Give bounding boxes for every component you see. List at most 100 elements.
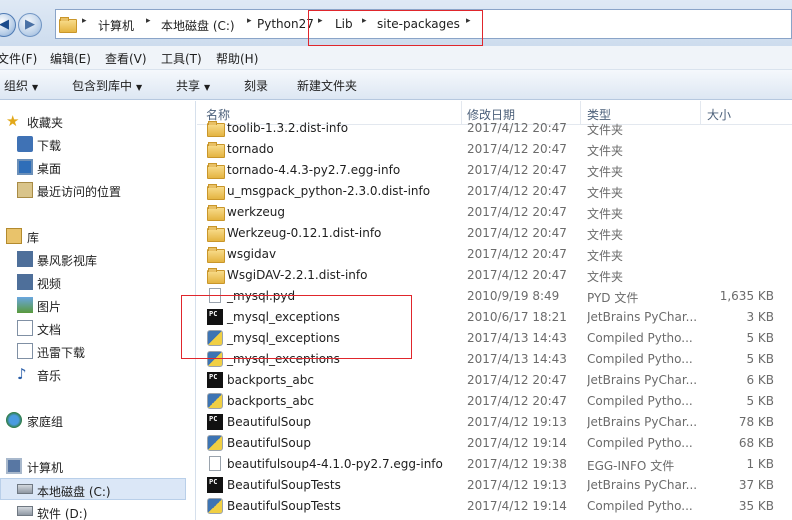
file-row[interactable]: werkzeug 2017/4/12 20:47 文件夹 [197, 202, 792, 223]
music-icon: ♪ [17, 365, 27, 383]
nav-label: 计算机 [27, 461, 64, 475]
pictures-icon [17, 297, 33, 313]
python-file-icon [207, 498, 223, 514]
nav-label: 本地磁盘 (C:) [37, 485, 111, 499]
back-arrow-icon[interactable]: ◀ [0, 13, 16, 37]
file-size: 3 KB [746, 310, 774, 324]
file-row[interactable]: u_msgpack_python-2.3.0.dist-info 2017/4/1… [197, 181, 792, 202]
file-size: 37 KB [738, 478, 774, 492]
organize-button[interactable]: 组织 ▼ [4, 77, 38, 94]
file-size: 1,635 KB [719, 289, 774, 303]
file-type: JetBrains PyChar... [587, 373, 698, 387]
nav-desktop[interactable]: 桌面 [0, 156, 196, 178]
file-row[interactable]: BeautifulSoupTests 2017/4/12 19:14 Compile… [197, 496, 792, 517]
file-row[interactable]: backports_abc 2017/4/12 20:47 Compiled Pyt… [197, 391, 792, 412]
file-name: tornado-4.4.3-py2.7.egg-info [227, 163, 401, 177]
nav-documents[interactable]: 文档 [0, 317, 196, 339]
file-row[interactable]: WsgiDAV-2.2.1.dist-info 2017/4/12 20:47 文件… [197, 265, 792, 286]
nav-pictures[interactable]: 图片 [0, 294, 196, 316]
file-row[interactable]: Werkzeug-0.12.1.dist-info 2017/4/12 20:47… [197, 223, 792, 244]
breadcrumb-separator-icon[interactable]: ▸ [247, 16, 252, 26]
annotation-highlight-box [181, 295, 412, 359]
folder-icon [207, 225, 225, 242]
nav-label: 家庭组 [27, 415, 64, 429]
nav-computer[interactable]: 计算机 [0, 455, 196, 477]
breadcrumb-separator-icon[interactable]: ▸ [82, 16, 87, 26]
file-name: backports_abc [227, 394, 314, 408]
menu-bar: 文件(F) 编辑(E) 查看(V) 工具(T) 帮助(H) [0, 46, 792, 70]
file-type: 文件夹 [587, 165, 624, 179]
burn-button[interactable]: 刻录 [244, 77, 268, 94]
file-date: 2017/4/12 20:47 [467, 394, 567, 408]
nav-favorites[interactable]: ★ 收藏夹 [0, 110, 196, 132]
file-size: 6 KB [746, 373, 774, 387]
file-row[interactable]: BeautifulSoup 2017/4/12 19:14 Compiled Pyt… [197, 433, 792, 454]
computer-icon [6, 458, 22, 474]
file-date: 2017/4/12 20:47 [467, 247, 567, 261]
file-type: 文件夹 [587, 123, 624, 137]
pycharm-file-icon: PC [207, 372, 223, 388]
breadcrumb-separator-icon[interactable]: ▸ [146, 16, 151, 26]
nav-downloads[interactable]: 下载 [0, 133, 196, 155]
navigation-pane: ★ 收藏夹 下载 桌面 最近访问的位置 库 暴风影视库 视频 图片 文档 迅雷下… [0, 101, 196, 520]
xunlei-icon [17, 343, 33, 359]
file-row[interactable]: PC BeautifulSoup 2017/4/12 19:13 JetBrains … [197, 412, 792, 433]
file-name: WsgiDAV-2.2.1.dist-info [227, 268, 368, 282]
nav-videos[interactable]: 视频 [0, 271, 196, 293]
file-date: 2017/4/12 19:13 [467, 478, 567, 492]
address-bar-row: ◀ ▶ ▸ 计算机 ▸ 本地磁盘 (C:) ▸ Python27 ▸ Lib ▸… [0, 0, 792, 46]
file-name: backports_abc [227, 373, 314, 387]
file-row[interactable]: PC backports_abc 2017/4/12 20:47 JetBrains … [197, 370, 792, 391]
recent-places-icon [17, 182, 33, 198]
folder-icon [207, 246, 225, 263]
file-type: Compiled Pytho... [587, 331, 693, 345]
nav-label: 文档 [37, 323, 62, 337]
file-date: 2017/4/12 20:47 [467, 142, 567, 156]
nav-libraries[interactable]: 库 [0, 225, 196, 247]
file-row[interactable]: beautifulsoup4-4.1.0-py2.7.egg-info 2017/… [197, 454, 792, 475]
file-size: 35 KB [738, 499, 774, 513]
nav-recent-places[interactable]: 最近访问的位置 [0, 179, 196, 201]
new-folder-button[interactable]: 新建文件夹 [297, 77, 357, 94]
menu-edit[interactable]: 编辑(E) [50, 50, 91, 67]
pycharm-file-icon: PC [207, 477, 223, 493]
file-type: 文件夹 [587, 228, 624, 242]
downloads-icon [17, 136, 33, 152]
file-row[interactable]: wsgidav 2017/4/12 20:47 文件夹 [197, 244, 792, 265]
video-library-icon [17, 251, 33, 267]
forward-arrow-icon[interactable]: ▶ [18, 13, 42, 37]
folder-icon [207, 267, 225, 284]
nav-music[interactable]: ♪ 音乐 [0, 363, 196, 385]
nav-label: 库 [27, 231, 40, 245]
nav-local-disk-c[interactable]: 本地磁盘 (C:) [0, 478, 186, 500]
star-icon: ★ [6, 112, 20, 130]
menu-tools[interactable]: 工具(T) [161, 50, 202, 67]
nav-storm-library[interactable]: 暴风影视库 [0, 248, 196, 270]
file-row[interactable]: PC BeautifulSoupTests 2017/4/12 19:13 JetBr… [197, 475, 792, 496]
file-name: wsgidav [227, 247, 277, 261]
breadcrumb-local-disk[interactable]: 本地磁盘 (C:) [161, 17, 235, 33]
nav-label: 音乐 [37, 369, 62, 383]
menu-help[interactable]: 帮助(H) [216, 50, 258, 67]
file-row[interactable]: tornado-4.4.3-py2.7.egg-info 2017/4/12 20… [197, 160, 792, 181]
nav-xunlei-downloads[interactable]: 迅雷下载 [0, 340, 196, 362]
menu-file[interactable]: 文件(F) [0, 50, 37, 67]
file-size: 5 KB [746, 331, 774, 345]
breadcrumb-python27[interactable]: Python27 [257, 17, 314, 33]
nav-software-d[interactable]: 软件 (D:) [0, 501, 196, 520]
breadcrumb-computer[interactable]: 计算机 [98, 17, 134, 33]
file-name: BeautifulSoupTests [227, 478, 341, 492]
menu-view[interactable]: 查看(V) [105, 50, 147, 67]
file-date: 2010/6/17 18:21 [467, 310, 567, 324]
file-date: 2017/4/12 19:38 [467, 457, 567, 471]
include-in-library-button[interactable]: 包含到库中 ▼ [72, 77, 142, 94]
file-size: 1 KB [746, 457, 774, 471]
file-row[interactable]: toolib-1.3.2.dist-info 2017/4/12 20:47 文件夹 [197, 118, 792, 139]
share-button[interactable]: 共享 ▼ [176, 77, 210, 94]
nav-homegroup[interactable]: 家庭组 [0, 409, 196, 431]
documents-icon [17, 320, 33, 336]
file-size: 5 KB [746, 394, 774, 408]
file-row[interactable]: tornado 2017/4/12 20:47 文件夹 [197, 139, 792, 160]
file-size: 5 KB [746, 352, 774, 366]
folder-icon [207, 183, 225, 200]
